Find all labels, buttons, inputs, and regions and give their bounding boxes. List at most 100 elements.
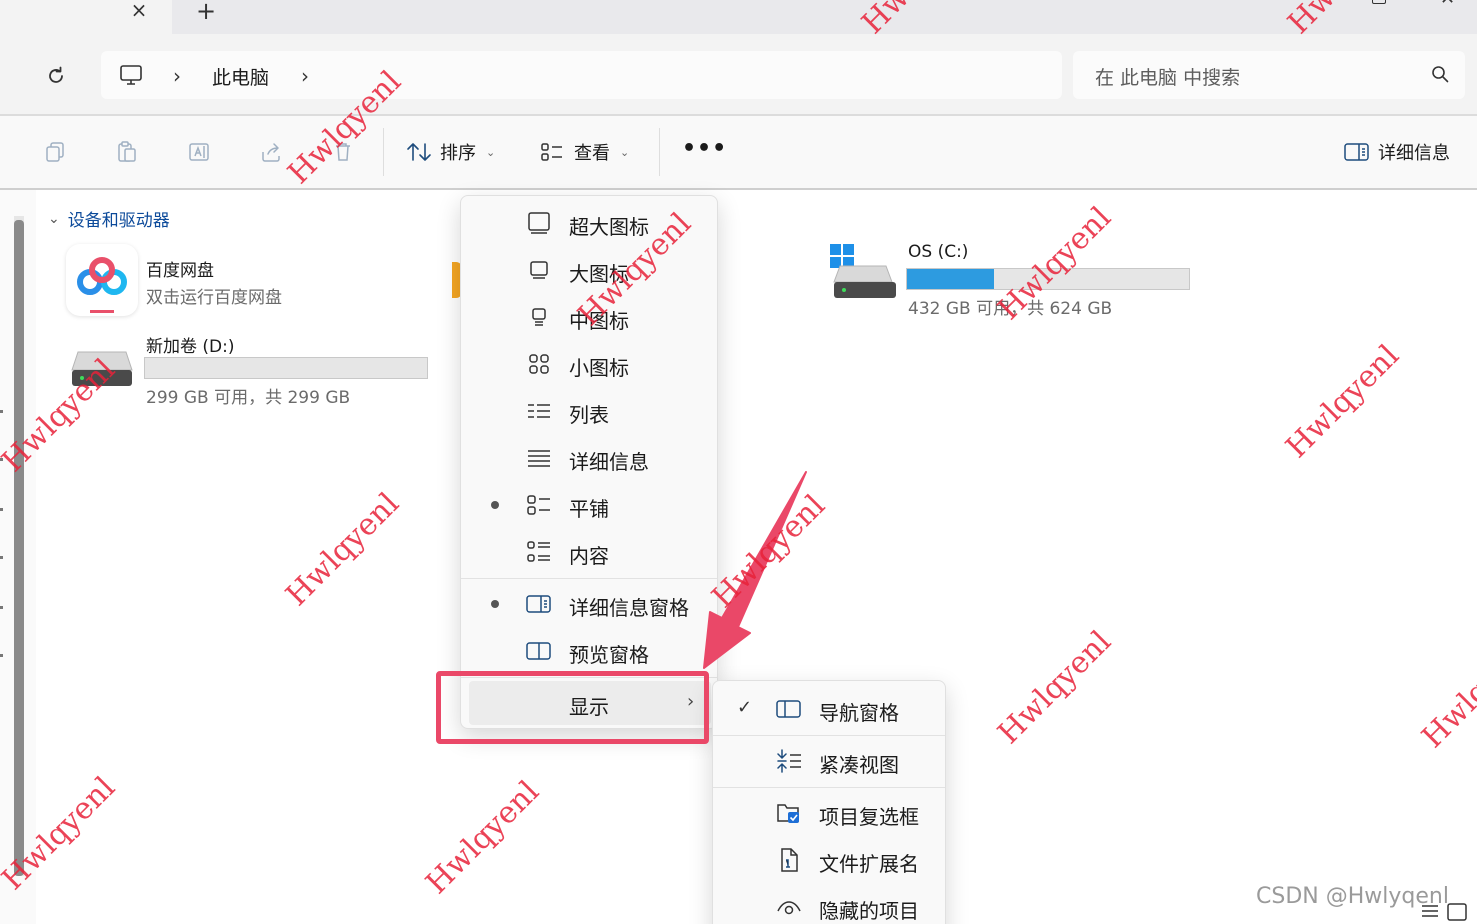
details-pane-button[interactable]: 详细信息 [1344,136,1450,168]
submenu-item-compact-view[interactable]: 紧凑视图 [721,739,939,783]
menu-item-label: 预览窗格 [569,643,649,667]
menu-item-label: 详细信息窗格 [569,596,689,620]
nav-expander-mark[interactable] [0,458,3,461]
drive-usage-bar [906,268,1190,290]
menu-item-label: 中图标 [569,309,629,333]
content-icon [525,540,553,564]
menu-item-medium-icons[interactable]: 中图标 [469,295,711,339]
menu-item-details[interactable]: 详细信息 [469,436,711,480]
sort-button[interactable]: 排序 ⌄ [406,136,495,168]
nav-expander-mark[interactable] [0,508,3,511]
small-icons-icon [525,352,553,376]
sort-icon [407,143,431,161]
section-title: 设备和驱动器 [67,211,170,231]
compact-view-icon [775,749,803,773]
submenu-item-item-checkboxes[interactable]: 项目复选框 [721,791,939,835]
paste-icon[interactable] [113,138,141,166]
delete-icon[interactable] [329,138,357,166]
menu-item-small-icons[interactable]: 小图标 [469,342,711,386]
menu-divider [461,578,717,579]
details-pane-icon [525,592,553,616]
check-icon: ✓ [737,697,753,718]
breadcrumb-chevron-icon[interactable]: › [173,64,181,88]
submenu-item-label: 文件扩展名 [819,852,919,876]
menu-item-large-icons[interactable]: 大图标 [469,248,711,292]
search-icon [1431,65,1449,87]
submenu-item-label: 隐藏的项目 [819,899,919,923]
menu-item-label: 大图标 [569,262,629,286]
menu-item-details-pane[interactable]: 详细信息窗格 [469,582,711,626]
baidu-netdisk-icon [66,244,138,316]
maximize-button[interactable] [1372,0,1386,4]
menu-item-preview-pane[interactable]: 预览窗格 [469,629,711,673]
watermark: Hwlqyenl [991,624,1119,751]
drive-name: OS (C:) [908,242,969,262]
highlight-annotation [436,671,709,744]
navigation-pane [0,190,36,924]
menu-item-extra-large-icons[interactable]: 超大图标 [469,201,711,245]
breadcrumb-this-pc[interactable]: 此电脑 [212,63,269,90]
selected-bullet-icon [491,600,499,608]
window-close-button[interactable]: ✕ [1440,0,1460,8]
breadcrumb-chevron-icon[interactable]: › [301,64,309,88]
menu-item-label: 平铺 [569,497,609,521]
refresh-button[interactable] [38,58,74,94]
submenu-item-label: 导航窗格 [819,701,899,725]
file-extensions-icon [775,848,803,872]
tiles-icon [525,493,553,517]
menu-item-label: 内容 [569,544,609,568]
nav-expander-mark[interactable] [0,654,3,657]
menu-divider [713,735,945,736]
search-placeholder: 在 此电脑 中搜索 [1095,67,1241,89]
details-pane-icon [1344,143,1369,161]
drive-name: 百度网盘 [146,261,214,281]
devices-section-header[interactable]: ⌄ 设备和驱动器 [48,206,170,232]
divider [0,188,1477,190]
preview-pane-icon [525,639,553,663]
tab-close-button[interactable]: × [128,0,150,22]
new-tab-button[interactable]: + [194,0,218,23]
submenu-item-navigation-pane[interactable]: ✓ 导航窗格 [721,687,939,731]
active-tab[interactable]: × [0,0,172,34]
show-submenu: ✓ 导航窗格 紧凑视图 项目复选框 文件扩展名 隐藏的项目 [712,680,946,924]
view-menu: 超大图标 大图标 中图标 小图标 列表 详细信息 平铺 内容 详细信息窗格 预览… [460,195,718,729]
address-field[interactable]: › 此电脑 › [101,51,1062,99]
baidu-netdisk-item[interactable]: 百度网盘 双击运行百度网盘 [66,244,446,316]
details-icon [525,446,553,470]
hidden-items-icon [775,895,803,919]
drive-usage-fill [907,269,995,289]
hard-drive-icon [70,350,134,392]
toolbar-divider [659,128,660,176]
submenu-item-hidden-items[interactable]: 隐藏的项目 [721,885,939,924]
view-label: 查看 [574,143,610,164]
drive-c-item[interactable]: OS (C:) 432 GB 可用，共 624 GB [826,240,1206,320]
tab-strip: × + ✕ [0,0,1477,34]
scrollbar-thumb[interactable] [14,220,24,876]
drive-space-text: 432 GB 可用，共 624 GB [908,299,1113,319]
refresh-icon [49,66,63,83]
share-icon[interactable] [257,138,285,166]
menu-item-list[interactable]: 列表 [469,389,711,433]
watermark: Hwlqyenl [419,774,547,901]
menu-item-label: 列表 [569,403,609,427]
view-toggle-icons [1418,898,1474,924]
watermark: Hwlqyenl [279,486,407,613]
menu-item-tiles[interactable]: 平铺 [469,483,711,527]
drive-subtitle: 双击运行百度网盘 [146,288,282,308]
chevron-down-icon: ⌄ [48,210,60,227]
sort-label: 排序 [440,143,476,164]
large-icons-icon [525,258,553,282]
watermark: Hwlqyenl [1279,338,1407,465]
menu-item-content[interactable]: 内容 [469,530,711,574]
drive-d-item[interactable]: 新加卷 (D:) 299 GB 可用，共 299 GB [66,330,446,410]
nav-expander-mark[interactable] [0,606,3,609]
more-options-button[interactable]: ••• [682,136,726,168]
copy-icon[interactable] [41,138,69,166]
nav-expander-mark[interactable] [0,556,3,559]
submenu-item-file-extensions[interactable]: 文件扩展名 [721,838,939,882]
address-bar-area: › 此电脑 › 在 此电脑 中搜索 [0,34,1477,114]
nav-expander-mark[interactable] [0,410,3,413]
search-input[interactable]: 在 此电脑 中搜索 [1073,51,1465,99]
rename-icon[interactable] [185,138,213,166]
view-button[interactable]: 查看 ⌄ [540,136,629,168]
